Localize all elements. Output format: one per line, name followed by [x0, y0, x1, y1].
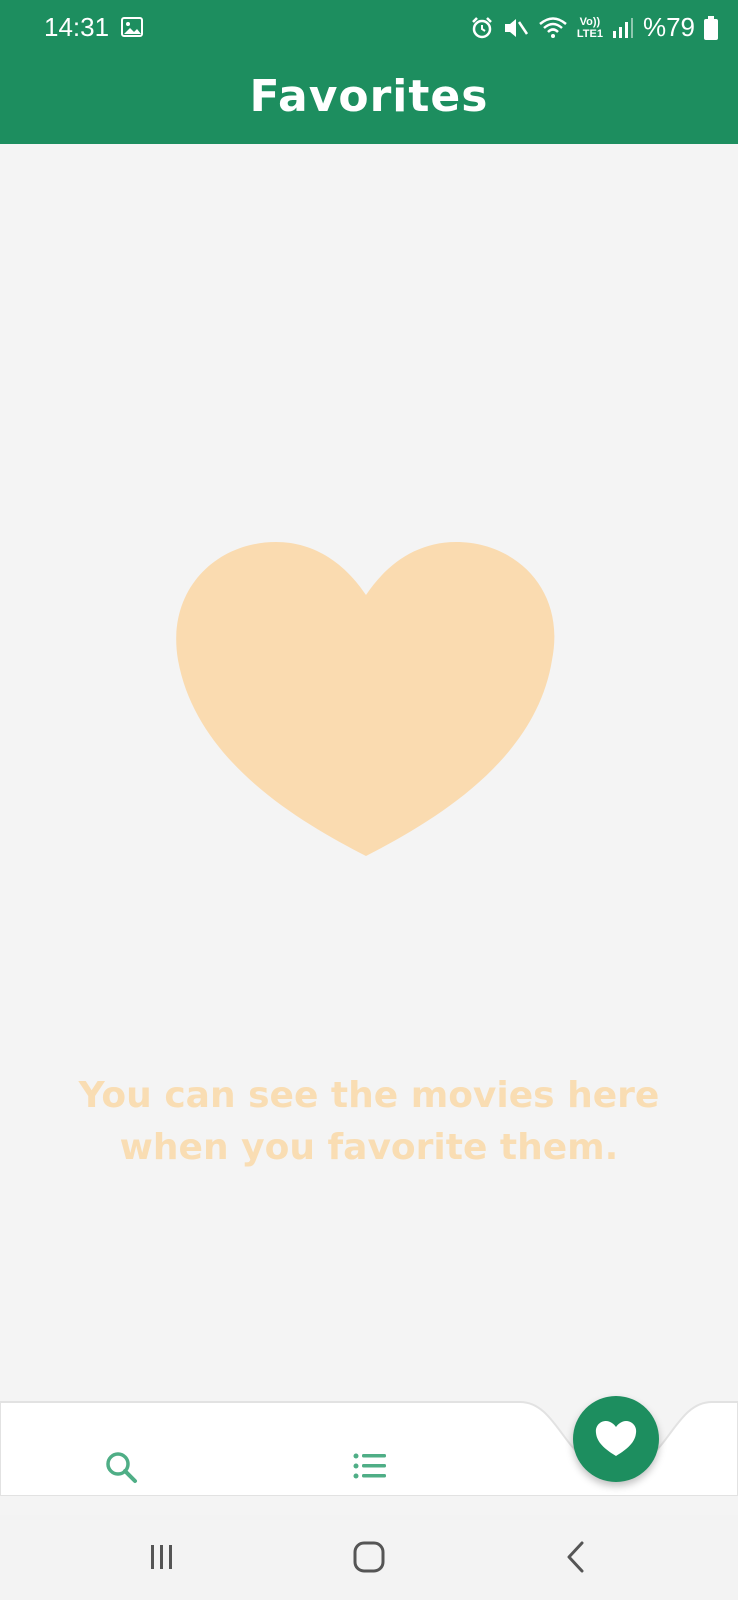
recents-icon[interactable]	[142, 1537, 182, 1577]
status-time: 14:31	[44, 12, 110, 42]
volte-top: Vo))	[579, 15, 601, 28]
home-icon[interactable]	[349, 1537, 389, 1577]
heart-icon	[176, 542, 555, 856]
gallery-icon	[121, 17, 143, 37]
back-icon[interactable]	[557, 1537, 597, 1577]
page-title: Favorites	[249, 70, 489, 122]
signal-icon	[612, 17, 633, 38]
system-nav-bar	[0, 1515, 738, 1600]
empty-state-message: You can see the movies here when you fav…	[0, 1070, 738, 1174]
battery-level: %79	[642, 12, 695, 42]
alarm-icon	[471, 16, 492, 38]
mute-icon	[504, 18, 528, 37]
app-bar: Favorites	[0, 58, 738, 144]
wifi-icon	[539, 16, 567, 38]
search-icon[interactable]	[102, 1448, 142, 1488]
volte-icon: Vo)) LTE1	[577, 16, 603, 40]
empty-state-line-2: when you favorite them.	[119, 1127, 619, 1168]
favorites-fab-button[interactable]	[573, 1396, 659, 1482]
battery-icon	[704, 15, 718, 40]
heart-icon	[595, 1421, 637, 1456]
list-icon[interactable]	[350, 1448, 390, 1488]
volte-bottom: LTE1	[576, 27, 603, 40]
status-bar: 14:31 Vo)) LTE1 %79	[0, 0, 738, 58]
empty-state-line-1: You can see the movies here	[78, 1075, 660, 1116]
